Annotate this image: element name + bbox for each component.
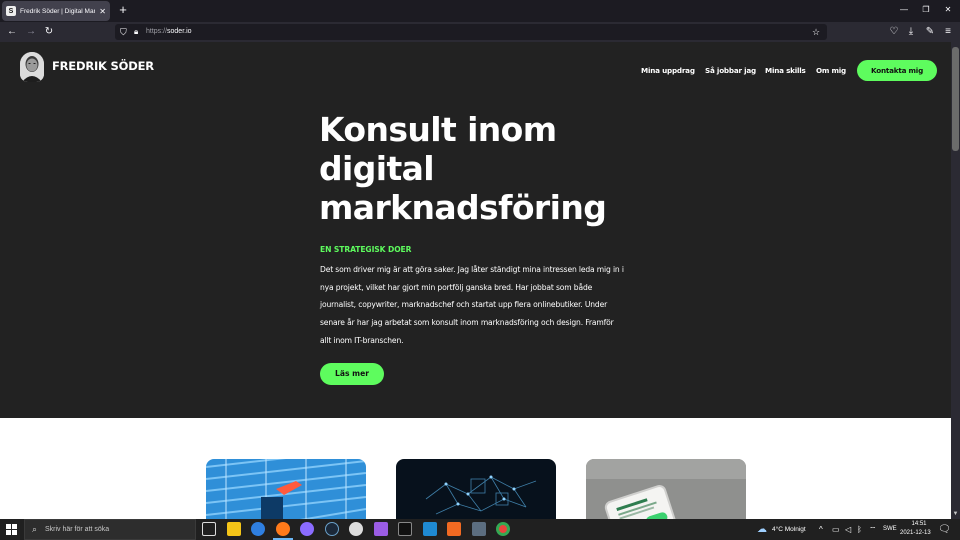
clock-time[interactable]: 14:51 [909,521,929,527]
calculator-icon[interactable] [472,522,486,536]
read-more-button[interactable]: Läs mer [320,363,384,385]
portfolio-card-1[interactable] [206,459,366,519]
logo-avatar[interactable] [20,52,44,82]
task-view-icon[interactable] [202,522,216,536]
favicon-icon: S [6,6,16,16]
hero-kicker: EN STRATEGISK DOER [320,245,412,254]
xampp-icon[interactable] [447,522,461,536]
downloads-icon[interactable]: ⤓ [905,26,917,38]
reload-icon[interactable]: ↻ [43,26,55,38]
portfolio-card-2[interactable] [396,459,556,519]
address-bar[interactable]: ⛉ 🔒︎ https://soder.io ☆ [115,24,827,40]
logo-text[interactable]: FREDRIK SÖDER [52,59,154,73]
file-explorer-icon[interactable] [227,522,241,536]
bookmark-star-icon[interactable]: ☆ [812,26,822,38]
url-text[interactable]: https://soder.io [146,24,192,40]
lock-icon[interactable]: 🔒︎ [134,26,143,38]
notification-icon[interactable]: 🗨︎ [938,524,951,535]
search-placeholder: Skriv här för att söka [45,526,110,533]
clock-date[interactable]: 2021-12-13 [900,530,931,536]
messenger-icon[interactable] [300,522,314,536]
hero-body: Det som driver mig är att göra saker. Ja… [320,265,624,345]
web-page: FREDRIK SÖDER Mina uppdrag Så jobbar jag… [0,42,951,519]
pocket-icon[interactable]: ♡ [888,26,900,38]
extension-pen-icon[interactable]: ✎ [924,26,936,38]
forward-icon[interactable]: → [25,26,37,38]
edge-icon[interactable] [251,522,265,536]
contact-button[interactable]: Kontakta mig [857,60,937,81]
browser-tab-bar [0,0,960,22]
wifi-icon[interactable]: ⌔ [869,525,877,535]
restore-button[interactable]: ❐ [918,3,934,17]
weather-text[interactable]: 4°C Molnigt [772,526,806,533]
nav-link-mina-skills[interactable]: Mina skills [765,66,806,75]
portfolio-card-3[interactable] [586,459,746,519]
cloud-icon[interactable]: ☁ [757,524,767,535]
hero-title: Konsult inom digital marknadsföring [319,110,607,227]
new-tab-button[interactable]: + [116,3,130,17]
scroll-down-arrow-icon[interactable]: ▼ [951,510,960,519]
chevron-up-icon[interactable]: ^ [819,525,823,535]
back-icon[interactable]: ← [6,26,18,38]
language-indicator[interactable]: SWE [883,526,897,532]
minimize-button[interactable]: — [896,3,912,17]
search-icon: ⌕ [32,524,38,534]
vscode-icon[interactable] [423,522,437,536]
firefox-icon[interactable] [273,522,293,540]
chrome-icon[interactable] [496,522,510,536]
network-icon[interactable]: ▭ [832,525,840,535]
close-window-button[interactable]: ✕ [940,3,956,17]
nav-link-sa-jobbar-jag[interactable]: Så jobbar jag [705,66,756,75]
nav-link-om-mig[interactable]: Om mig [816,66,846,75]
taskbar-search-box[interactable]: ⌕ Skriv här för att söka [24,519,196,540]
browser-tab[interactable]: S Fredrik Söder | Digital Marknadsföring… [2,1,110,21]
tracking-shield-icon[interactable]: ⛉ [120,26,130,38]
nav-link-mina-uppdrag[interactable]: Mina uppdrag [641,66,695,75]
steam-icon[interactable] [325,522,339,536]
affinity-icon[interactable] [374,522,388,536]
windows-start-icon[interactable] [6,524,17,535]
terminal-icon[interactable] [398,522,412,536]
bluetooth-icon[interactable]: ᛒ [857,525,862,535]
tab-title: Fredrik Söder | Digital Marknadsföring [20,7,96,15]
close-tab-icon[interactable]: ✕ [99,7,106,16]
menu-icon[interactable]: ≡ [942,26,954,38]
volume-icon[interactable]: ◁ [845,525,851,535]
clock-app-icon[interactable] [349,522,363,536]
scrollbar-thumb[interactable] [952,47,959,151]
